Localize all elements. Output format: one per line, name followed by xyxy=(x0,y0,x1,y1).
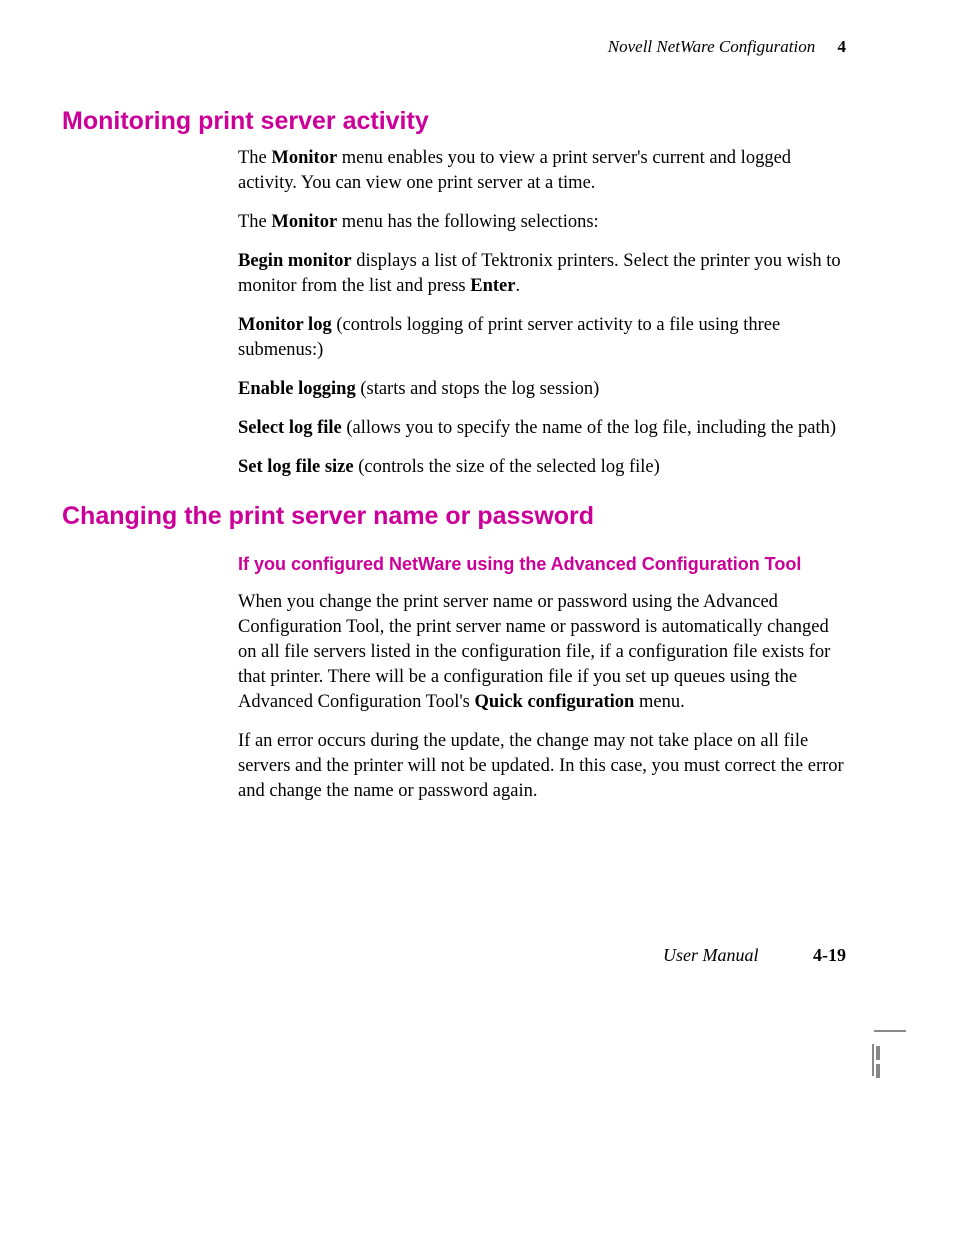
paragraph: The Monitor menu enables you to view a p… xyxy=(238,146,846,196)
term-monitor: Monitor xyxy=(271,212,337,232)
item-enable-logging: Enable logging (starts and stops the log… xyxy=(238,377,846,402)
term-monitor: Monitor xyxy=(271,148,337,168)
section-monitoring-body: The Monitor menu enables you to view a p… xyxy=(238,146,846,494)
heading-monitoring: Monitoring print server activity xyxy=(62,105,429,139)
paragraph: The Monitor menu has the following selec… xyxy=(238,210,846,235)
term-enter: Enter xyxy=(470,276,515,296)
chapter-number: 4 xyxy=(838,37,847,56)
crop-mark-icon xyxy=(874,1030,906,1032)
subheading-configured-netware: If you configured NetWare using the Adva… xyxy=(238,552,846,576)
crop-mark-icon xyxy=(876,1046,880,1060)
paragraph: When you change the print server name or… xyxy=(238,590,846,715)
footer-label: User Manual xyxy=(663,945,759,965)
running-header: Novell NetWare Configuration 4 xyxy=(608,36,846,59)
page-number: 4-19 xyxy=(813,945,846,965)
running-title: Novell NetWare Configuration xyxy=(608,37,815,56)
term-begin-monitor: Begin monitor xyxy=(238,251,352,271)
crop-mark-icon xyxy=(872,1044,874,1076)
term-quick-configuration: Quick configuration xyxy=(475,692,635,712)
paragraph: If an error occurs during the update, th… xyxy=(238,729,846,804)
term-enable-logging: Enable logging xyxy=(238,379,356,399)
item-set-log-file-size: Set log file size (controls the size of … xyxy=(238,455,846,480)
page: Novell NetWare Configuration 4 Monitorin… xyxy=(0,0,954,1235)
section-changing-body: If you configured NetWare using the Adva… xyxy=(238,552,846,818)
term-monitor-log: Monitor log xyxy=(238,315,332,335)
term-set-log-file-size: Set log file size xyxy=(238,457,354,477)
heading-changing: Changing the print server name or passwo… xyxy=(62,500,594,534)
page-footer: User Manual 4-19 xyxy=(663,943,846,967)
item-monitor-log: Monitor log (controls logging of print s… xyxy=(238,313,846,363)
item-begin-monitor: Begin monitor displays a list of Tektron… xyxy=(238,249,846,299)
term-select-log-file: Select log file xyxy=(238,418,342,438)
crop-mark-icon xyxy=(876,1064,880,1078)
item-select-log-file: Select log file (allows you to specify t… xyxy=(238,416,846,441)
